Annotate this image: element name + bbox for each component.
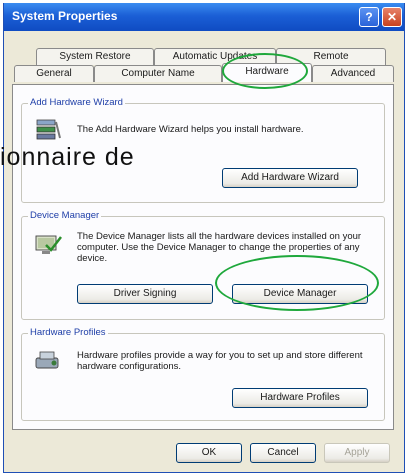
hardware-profiles-button[interactable]: Hardware Profiles [232,388,368,408]
close-button[interactable]: ✕ [382,7,402,27]
tab-general[interactable]: General [14,65,94,82]
hardware-profiles-icon [35,351,59,369]
hardware-profiles-group-title: Hardware Profiles [28,327,108,338]
device-manager-button[interactable]: Device Manager [232,284,368,304]
hardware-tab-panel: Add Hardware Wizard The Add Hardware Wiz… [12,84,394,430]
device-manager-icon [35,235,62,254]
ok-button[interactable]: OK [176,443,242,463]
add-hardware-icon [36,119,61,140]
tab-advanced[interactable]: Advanced [312,65,394,82]
add-hardware-wizard-button[interactable]: Add Hardware Wizard [222,168,358,188]
device-manager-group-title: Device Manager [28,210,102,221]
tab-computer-name[interactable]: Computer Name [94,65,222,82]
hardware-profiles-description: Hardware profiles provide a way for you … [77,350,363,372]
hardware-profiles-group: Hardware Profiles Hardware profiles prov… [21,327,385,421]
help-button[interactable]: ? [359,7,379,27]
device-manager-group: Device Manager The Device Manager lists … [21,210,385,320]
add-hardware-group-title: Add Hardware Wizard [28,97,125,108]
tab-hardware[interactable]: Hardware [222,63,312,82]
tab-system-restore[interactable]: System Restore [36,48,154,65]
device-manager-description: The Device Manager lists all the hardwar… [77,231,362,264]
system-properties-window: System Properties ? ✕ System Restore Aut… [3,3,405,473]
title-bar[interactable]: System Properties ? ✕ [4,3,404,31]
add-hardware-description: The Add Hardware Wizard helps you instal… [77,124,304,135]
driver-signing-button[interactable]: Driver Signing [77,284,213,304]
window-title: System Properties [12,9,118,23]
apply-button[interactable]: Apply [324,443,390,463]
cancel-button[interactable]: Cancel [250,443,316,463]
overlay-caption-text: ionnaire de [0,143,135,171]
